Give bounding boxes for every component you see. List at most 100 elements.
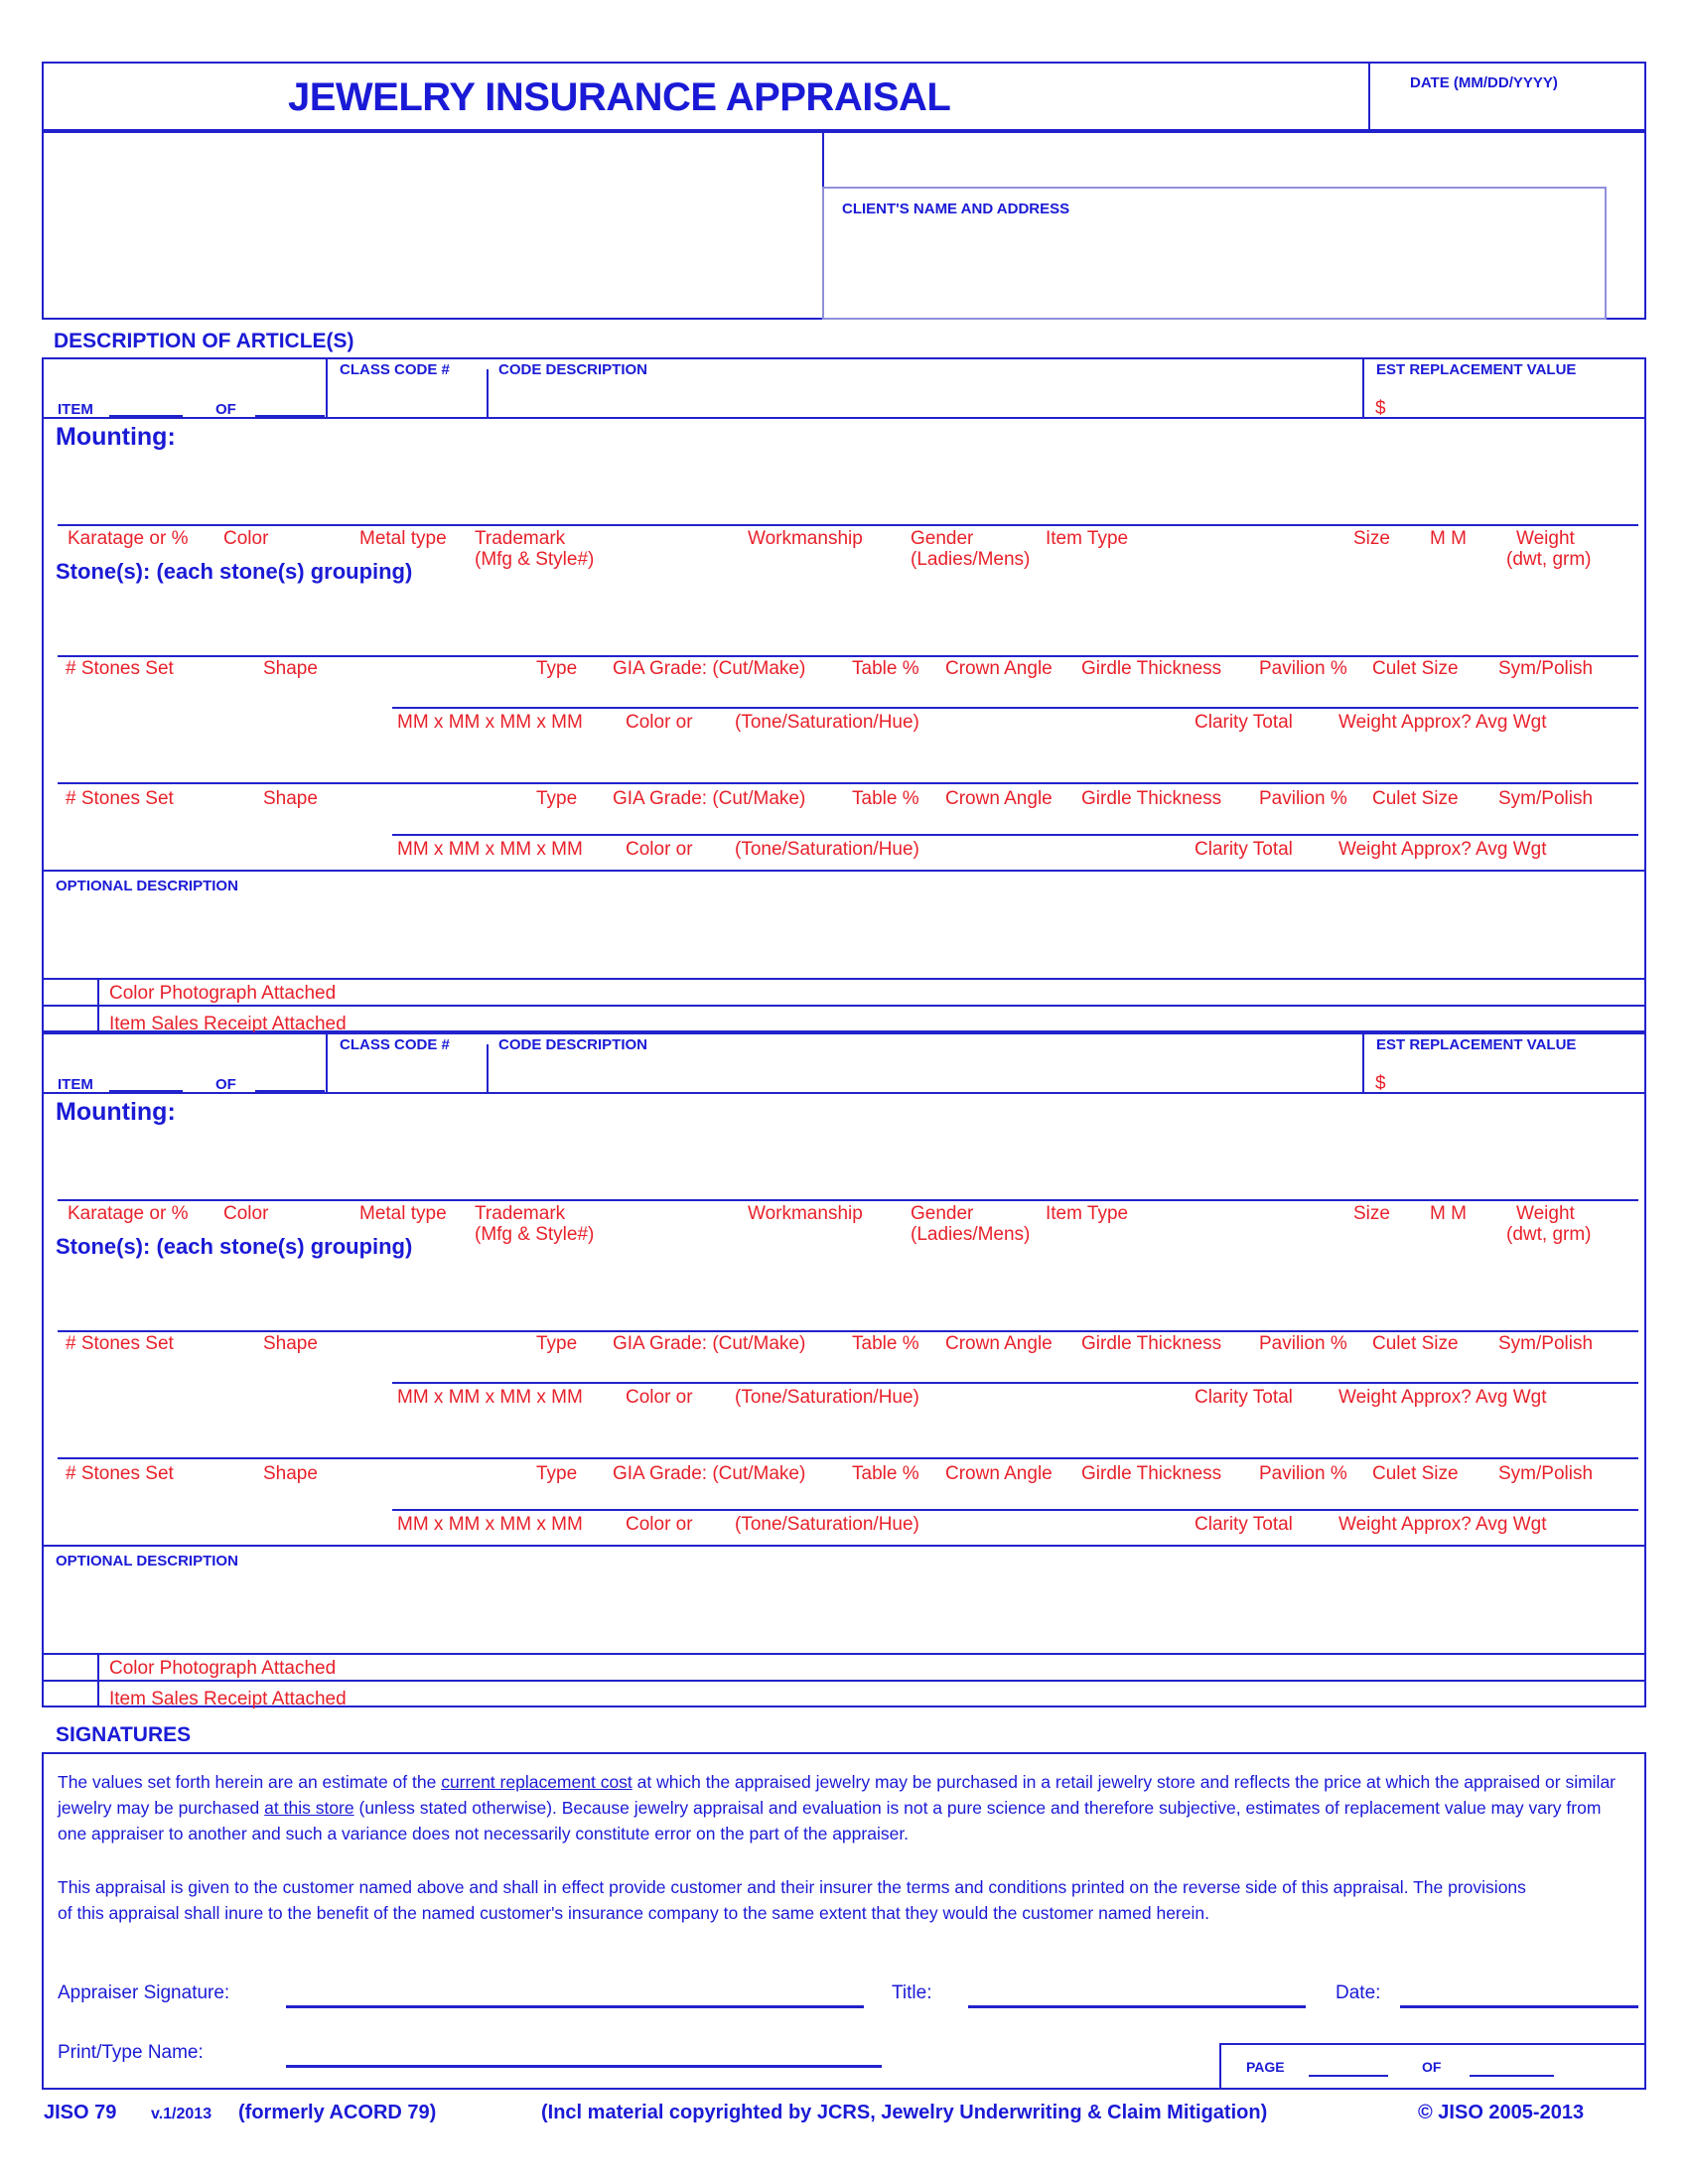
est-replacement-value-label-1: EST REPLACEMENT VALUE	[1376, 361, 1577, 378]
mounting-trademark-label-1: Trademark	[475, 528, 566, 549]
mounting-metaltype-label-1: Metal type	[359, 528, 447, 549]
stone-row-a-input-2[interactable]	[50, 1269, 1638, 1330]
footer-version: v.1/2013	[151, 2106, 212, 2122]
footer-copyright-note: (Incl material copyrighted by JCRS, Jewe…	[541, 2102, 1268, 2123]
mounting-metaltype-label-2: Metal type	[359, 1203, 447, 1224]
stone2-row-b-input-1[interactable]	[397, 794, 1638, 832]
stones2-count-label-1a: # Stones Set	[66, 788, 174, 809]
mounting-weight-sub-1: (dwt, grm)	[1506, 549, 1592, 570]
article2-header-sep-3	[1362, 1032, 1364, 1092]
mounting-rule-2	[58, 1199, 1638, 1201]
checkbox-color-photo-2[interactable]	[52, 1657, 95, 1678]
mounting-weight-label-2: Weight	[1516, 1203, 1575, 1224]
footer-formerly: (formerly ACORD 79)	[238, 2102, 437, 2123]
page-current-rule[interactable]	[1309, 2075, 1388, 2077]
optional-description-label-1: OPTIONAL DESCRIPTION	[56, 878, 238, 894]
stone-row-a-rule-2	[58, 1330, 1638, 1332]
article1-header-bottom	[42, 417, 1646, 419]
footer-form-id: JISO 79	[44, 2102, 117, 2123]
page-total-rule[interactable]	[1470, 2075, 1554, 2077]
mounting-trademark-sub-1: (Mfg & Style#)	[475, 549, 595, 570]
article2-header-sep-1	[326, 1032, 328, 1092]
stones2-clarity-label-2b: Clarity Total	[1195, 1514, 1293, 1535]
checkbox-sales-receipt-2[interactable]	[52, 1684, 95, 1705]
item-total-rule-1[interactable]	[255, 415, 325, 417]
code-description-input-2[interactable]	[492, 1052, 1357, 1090]
est-value-input-1[interactable]	[1390, 393, 1638, 417]
stones2-tone-label-1b: (Tone/Saturation/Hue)	[735, 839, 919, 860]
sig-para1-underline2: at this store	[264, 1798, 354, 1818]
article2-header-bottom	[42, 1092, 1646, 1094]
stone-row-b-input-2[interactable]	[397, 1342, 1638, 1382]
mounting-workmanship-label-2: Workmanship	[748, 1203, 863, 1224]
est-value-input-2[interactable]	[1390, 1068, 1638, 1092]
mounting-mm-label-2: M M	[1430, 1203, 1467, 1224]
class-code-input-2[interactable]	[330, 1052, 484, 1090]
article1-header-sep-3	[1362, 357, 1364, 417]
stones-shape-label-2a: Shape	[263, 1333, 318, 1354]
stones2-shape-label-2a: Shape	[263, 1463, 318, 1484]
mounting-input-1[interactable]	[50, 459, 1638, 520]
mounting-gender-label-1: Gender	[911, 528, 974, 549]
sig-para1-part1: The values set forth herein are an estim…	[58, 1772, 442, 1792]
optional-description-input-2[interactable]	[50, 1573, 1638, 1653]
stones-shape-label-1a: Shape	[263, 658, 318, 679]
stones-heading-2: Stone(s): (each stone(s) grouping)	[56, 1234, 413, 1259]
stone2-row-a-input-2[interactable]	[50, 1394, 1638, 1449]
checkbox-row-divider-1	[42, 1005, 1646, 1007]
stone-row-a-input-1[interactable]	[50, 594, 1638, 655]
stone2-row-b-rule-1	[392, 834, 1638, 836]
dollar-sign-1: $	[1375, 398, 1386, 419]
mounting-input-2[interactable]	[50, 1134, 1638, 1195]
client-name-address-label: CLIENT'S NAME AND ADDRESS	[842, 201, 1070, 217]
date-input[interactable]	[1370, 99, 1644, 129]
signatures-paragraph-1: The values set forth herein are an estim…	[58, 1769, 1626, 1846]
stones-heading-1: Stone(s): (each stone(s) grouping)	[56, 559, 413, 584]
stone2-row-b-input-2[interactable]	[397, 1469, 1638, 1507]
checkbox-color-photo-1[interactable]	[52, 982, 95, 1003]
class-code-label-2: CLASS CODE #	[340, 1036, 450, 1053]
page-label: PAGE	[1246, 2059, 1285, 2075]
stone2-row-b-rule-2	[392, 1509, 1638, 1511]
mounting-color-label-1: Color	[223, 528, 269, 549]
item-total-rule-2[interactable]	[255, 1090, 325, 1092]
item-number-rule-2[interactable]	[109, 1090, 183, 1092]
stones-count-label-1a: # Stones Set	[66, 658, 174, 679]
mounting-trademark-label-2: Trademark	[475, 1203, 566, 1224]
print-name-rule[interactable]	[286, 2065, 882, 2068]
article1-header-sep-2	[487, 369, 489, 417]
mounting-karatage-label-2: Karatage or %	[68, 1203, 189, 1224]
stone-row-b-input-1[interactable]	[397, 667, 1638, 707]
signatures-section-label: SIGNATURES	[56, 1723, 192, 1746]
optional-desc-bottom-rule-2	[42, 1653, 1646, 1655]
class-code-input-1[interactable]	[330, 377, 484, 415]
appraiser-signature-rule[interactable]	[286, 2005, 864, 2008]
item-number-rule-1[interactable]	[109, 415, 183, 417]
item-label-1: ITEM	[58, 401, 93, 418]
mounting-gender-label-2: Gender	[911, 1203, 974, 1224]
stone2-row-a-rule-2	[58, 1457, 1638, 1459]
title-rule[interactable]	[968, 2005, 1306, 2008]
page-of-label: OF	[1422, 2059, 1442, 2075]
item-of-label-1: OF	[215, 401, 236, 418]
stone-row-a-rule-1	[58, 655, 1638, 657]
class-code-label-1: CLASS CODE #	[340, 361, 450, 378]
optional-description-input-1[interactable]	[50, 898, 1638, 978]
mounting-gender-sub-2: (Ladies/Mens)	[911, 1224, 1031, 1245]
checkbox-sales-receipt-1[interactable]	[52, 1009, 95, 1029]
page-title: JEWELRY INSURANCE APPRAISAL	[288, 75, 951, 119]
stones2-mm-label-1b: MM x MM x MM x MM	[397, 839, 583, 860]
checkbox-color-photo-label-1: Color Photograph Attached	[109, 983, 337, 1004]
agency-info-input[interactable]	[44, 133, 820, 318]
stones2-clarity-label-1b: Clarity Total	[1195, 839, 1293, 860]
mounting-karatage-label-1: Karatage or %	[68, 528, 189, 549]
code-description-input-1[interactable]	[492, 377, 1357, 415]
stone2-row-a-input-1[interactable]	[50, 719, 1638, 774]
signature-date-rule[interactable]	[1400, 2005, 1638, 2008]
stones2-weight-label-2b: Weight Approx? Avg Wgt	[1338, 1514, 1547, 1535]
stones2-weight-label-1b: Weight Approx? Avg Wgt	[1338, 839, 1547, 860]
checkbox-sales-receipt-label-2: Item Sales Receipt Attached	[109, 1689, 347, 1709]
sig-para1-underline1: current replacement cost	[441, 1772, 633, 1792]
mounting-trademark-sub-2: (Mfg & Style#)	[475, 1224, 595, 1245]
stones2-color-label-1b: Color or	[626, 839, 693, 860]
